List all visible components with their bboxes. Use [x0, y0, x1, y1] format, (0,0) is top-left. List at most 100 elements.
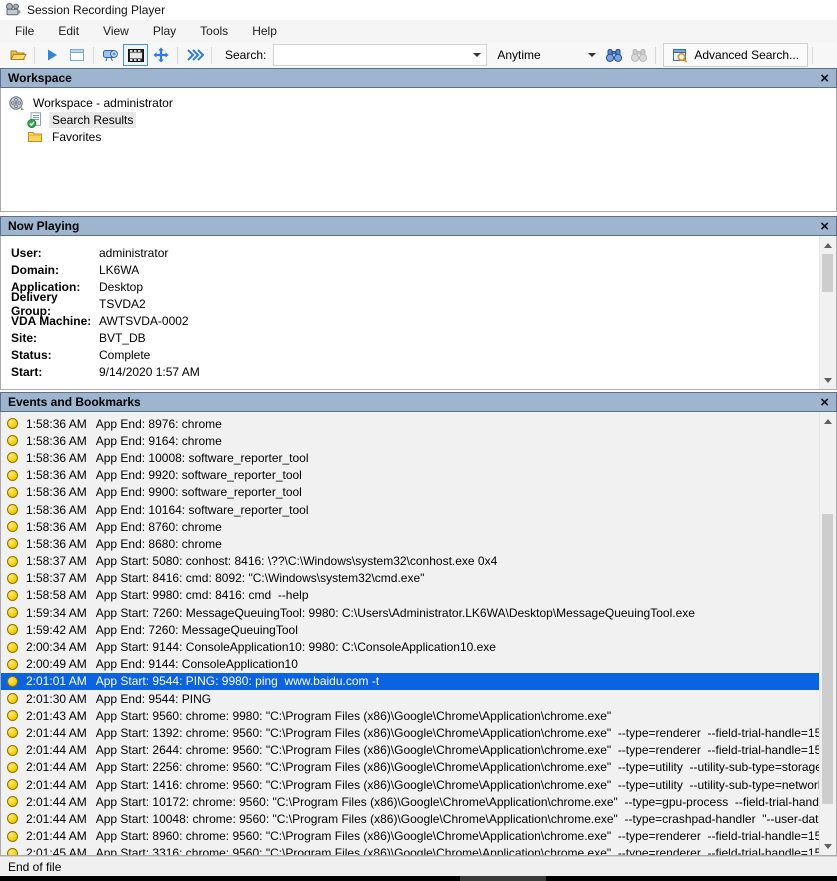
event-row[interactable]: 1:59:42 AM App End: 7260: MessageQueuing…: [1, 621, 819, 638]
event-row[interactable]: 2:01:01 AM App Start: 9544: PING: 9980: …: [1, 673, 819, 690]
scrollbar-thumb[interactable]: [822, 254, 833, 292]
toolbar-separator: [93, 47, 94, 64]
event-row[interactable]: 1:58:36 AM App End: 10008: software_repo…: [1, 449, 819, 466]
workspace-panel-header: Workspace ×: [0, 68, 837, 88]
menu-item[interactable]: File: [3, 20, 46, 42]
search-input[interactable]: [274, 46, 486, 64]
event-dot-icon: [7, 710, 18, 721]
now-playing-scrollbar[interactable]: [819, 236, 836, 389]
event-dot-icon: [7, 848, 18, 855]
find-next-button[interactable]: [601, 44, 626, 66]
event-row[interactable]: 2:01:44 AM App Start: 2256: chrome: 9560…: [1, 759, 819, 776]
event-time: 1:58:36 AM: [26, 417, 87, 431]
close-icon[interactable]: ×: [820, 393, 829, 413]
event-row[interactable]: 1:58:37 AM App Start: 8416: cmd: 8092: "…: [1, 570, 819, 587]
film-reel-icon: [8, 95, 24, 111]
tree-item-search-results[interactable]: Search Results: [1, 111, 836, 128]
event-time: 2:01:44 AM: [26, 778, 87, 792]
event-row[interactable]: 2:01:45 AM App Start: 3316: chrome: 9560…: [1, 845, 819, 855]
scrollbar-thumb[interactable]: [822, 514, 833, 804]
event-row[interactable]: 1:58:37 AM App Start: 5080: conhost: 841…: [1, 553, 819, 570]
play-button[interactable]: [39, 44, 64, 66]
event-row[interactable]: 2:01:44 AM App Start: 2644: chrome: 9560…: [1, 742, 819, 759]
bottom-strip-segment: [460, 876, 546, 881]
projector-view-button[interactable]: [98, 44, 123, 66]
event-text: App End: 9544: PING: [96, 692, 211, 706]
menu-item[interactable]: Tools: [188, 20, 240, 42]
event-row[interactable]: 2:01:43 AM App Start: 9560: chrome: 9980…: [1, 707, 819, 724]
scroll-down-icon[interactable]: [820, 372, 836, 388]
event-text: App Start: 1392: chrome: 9560: "C:\Progr…: [96, 726, 819, 740]
event-row[interactable]: 1:58:36 AM App End: 9900: software_repor…: [1, 484, 819, 501]
search-label: Search:: [225, 48, 266, 62]
event-text: App Start: 9980: cmd: 8416: cmd --help: [96, 588, 309, 602]
session-field-value: administrator: [99, 246, 168, 260]
session-field-label: User:: [11, 246, 99, 260]
event-row[interactable]: 2:01:44 AM App Start: 8960: chrome: 9560…: [1, 828, 819, 845]
event-row[interactable]: 1:58:36 AM App End: 9920: software_repor…: [1, 467, 819, 484]
session-field-label: VDA Machine:: [11, 314, 99, 328]
event-row[interactable]: 1:58:36 AM App End: 10164: software_repo…: [1, 501, 819, 518]
event-row[interactable]: 2:00:49 AM App End: 9144: ConsoleApplica…: [1, 656, 819, 673]
event-time: 2:00:49 AM: [26, 657, 87, 671]
menu-item[interactable]: Play: [141, 20, 188, 42]
workspace-root-node[interactable]: Workspace - administrator: [1, 94, 836, 111]
scroll-up-icon[interactable]: [820, 237, 836, 253]
session-field-row: Site: BVT_DB: [1, 329, 836, 346]
close-icon[interactable]: ×: [820, 69, 829, 89]
advanced-search-label: Advanced Search...: [694, 48, 799, 62]
session-field-row: User: administrator: [1, 244, 836, 261]
event-row[interactable]: 1:58:36 AM App End: 8976: chrome: [1, 415, 819, 432]
event-dot-icon: [7, 727, 18, 738]
session-field-row: VDA Machine: AWTSVDA-0002: [1, 312, 836, 329]
event-row[interactable]: 2:00:34 AM App Start: 9144: ConsoleAppli…: [1, 638, 819, 655]
event-dot-icon: [7, 435, 18, 446]
filmstrip-view-button[interactable]: [123, 44, 148, 66]
event-time: 1:59:42 AM: [26, 623, 87, 637]
event-row[interactable]: 2:01:44 AM App Start: 1416: chrome: 9560…: [1, 776, 819, 793]
now-playing-panel: Now Playing × User: administrator Domain…: [0, 216, 837, 390]
open-button[interactable]: [5, 44, 30, 66]
events-scrollbar[interactable]: [819, 412, 836, 855]
event-time: 1:58:37 AM: [26, 554, 87, 568]
find-previous-button-disabled: [626, 44, 651, 66]
close-icon[interactable]: ×: [820, 217, 829, 237]
event-row[interactable]: 2:01:44 AM App Start: 10172: chrome: 956…: [1, 793, 819, 810]
event-row[interactable]: 2:01:44 AM App Start: 1392: chrome: 9560…: [1, 724, 819, 741]
folder-icon: [27, 130, 43, 144]
search-combobox[interactable]: [273, 44, 487, 66]
event-dot-icon: [7, 504, 18, 515]
player-window-button[interactable]: [64, 44, 89, 66]
menu-item[interactable]: View: [91, 20, 141, 42]
event-text: App End: 9144: ConsoleApplication10: [96, 657, 298, 671]
event-text: App End: 8760: chrome: [96, 520, 222, 534]
menu-item[interactable]: Help: [240, 20, 289, 42]
event-text: App Start: 9560: chrome: 9980: "C:\Progr…: [96, 709, 611, 723]
tree-item-favorites[interactable]: Favorites: [1, 128, 836, 145]
event-dot-icon: [7, 521, 18, 532]
event-row[interactable]: 2:01:30 AM App End: 9544: PING: [1, 690, 819, 707]
event-time: 1:58:36 AM: [26, 434, 87, 448]
status-bar: End of file: [0, 856, 837, 876]
event-row[interactable]: 1:58:36 AM App End: 8760: chrome: [1, 518, 819, 535]
event-text: App End: 9920: software_reporter_tool: [96, 468, 302, 482]
event-row[interactable]: 1:58:36 AM App End: 8680: chrome: [1, 535, 819, 552]
time-filter-combobox[interactable]: Anytime: [491, 45, 601, 65]
advanced-search-button[interactable]: Advanced Search...: [663, 43, 808, 67]
chevron-down-icon[interactable]: [588, 53, 596, 57]
event-time: 2:01:01 AM: [26, 674, 87, 688]
session-field-value: Desktop: [99, 280, 143, 294]
event-time: 2:01:44 AM: [26, 743, 87, 757]
fast-forward-button[interactable]: [182, 44, 207, 66]
event-row[interactable]: 2:01:44 AM App Start: 10048: chrome: 956…: [1, 810, 819, 827]
scroll-up-icon[interactable]: [820, 413, 836, 429]
menu-item[interactable]: Edit: [46, 20, 91, 42]
event-row[interactable]: 1:58:58 AM App Start: 9980: cmd: 8416: c…: [1, 587, 819, 604]
event-row[interactable]: 1:58:36 AM App End: 9164: chrome: [1, 432, 819, 449]
event-row[interactable]: 1:59:34 AM App Start: 7260: MessageQueui…: [1, 604, 819, 621]
chevron-down-icon[interactable]: [473, 53, 481, 57]
event-dot-icon: [7, 813, 18, 824]
scroll-down-icon[interactable]: [820, 838, 836, 854]
tree-item-label: Search Results: [49, 112, 136, 128]
pan-button[interactable]: [148, 44, 173, 66]
